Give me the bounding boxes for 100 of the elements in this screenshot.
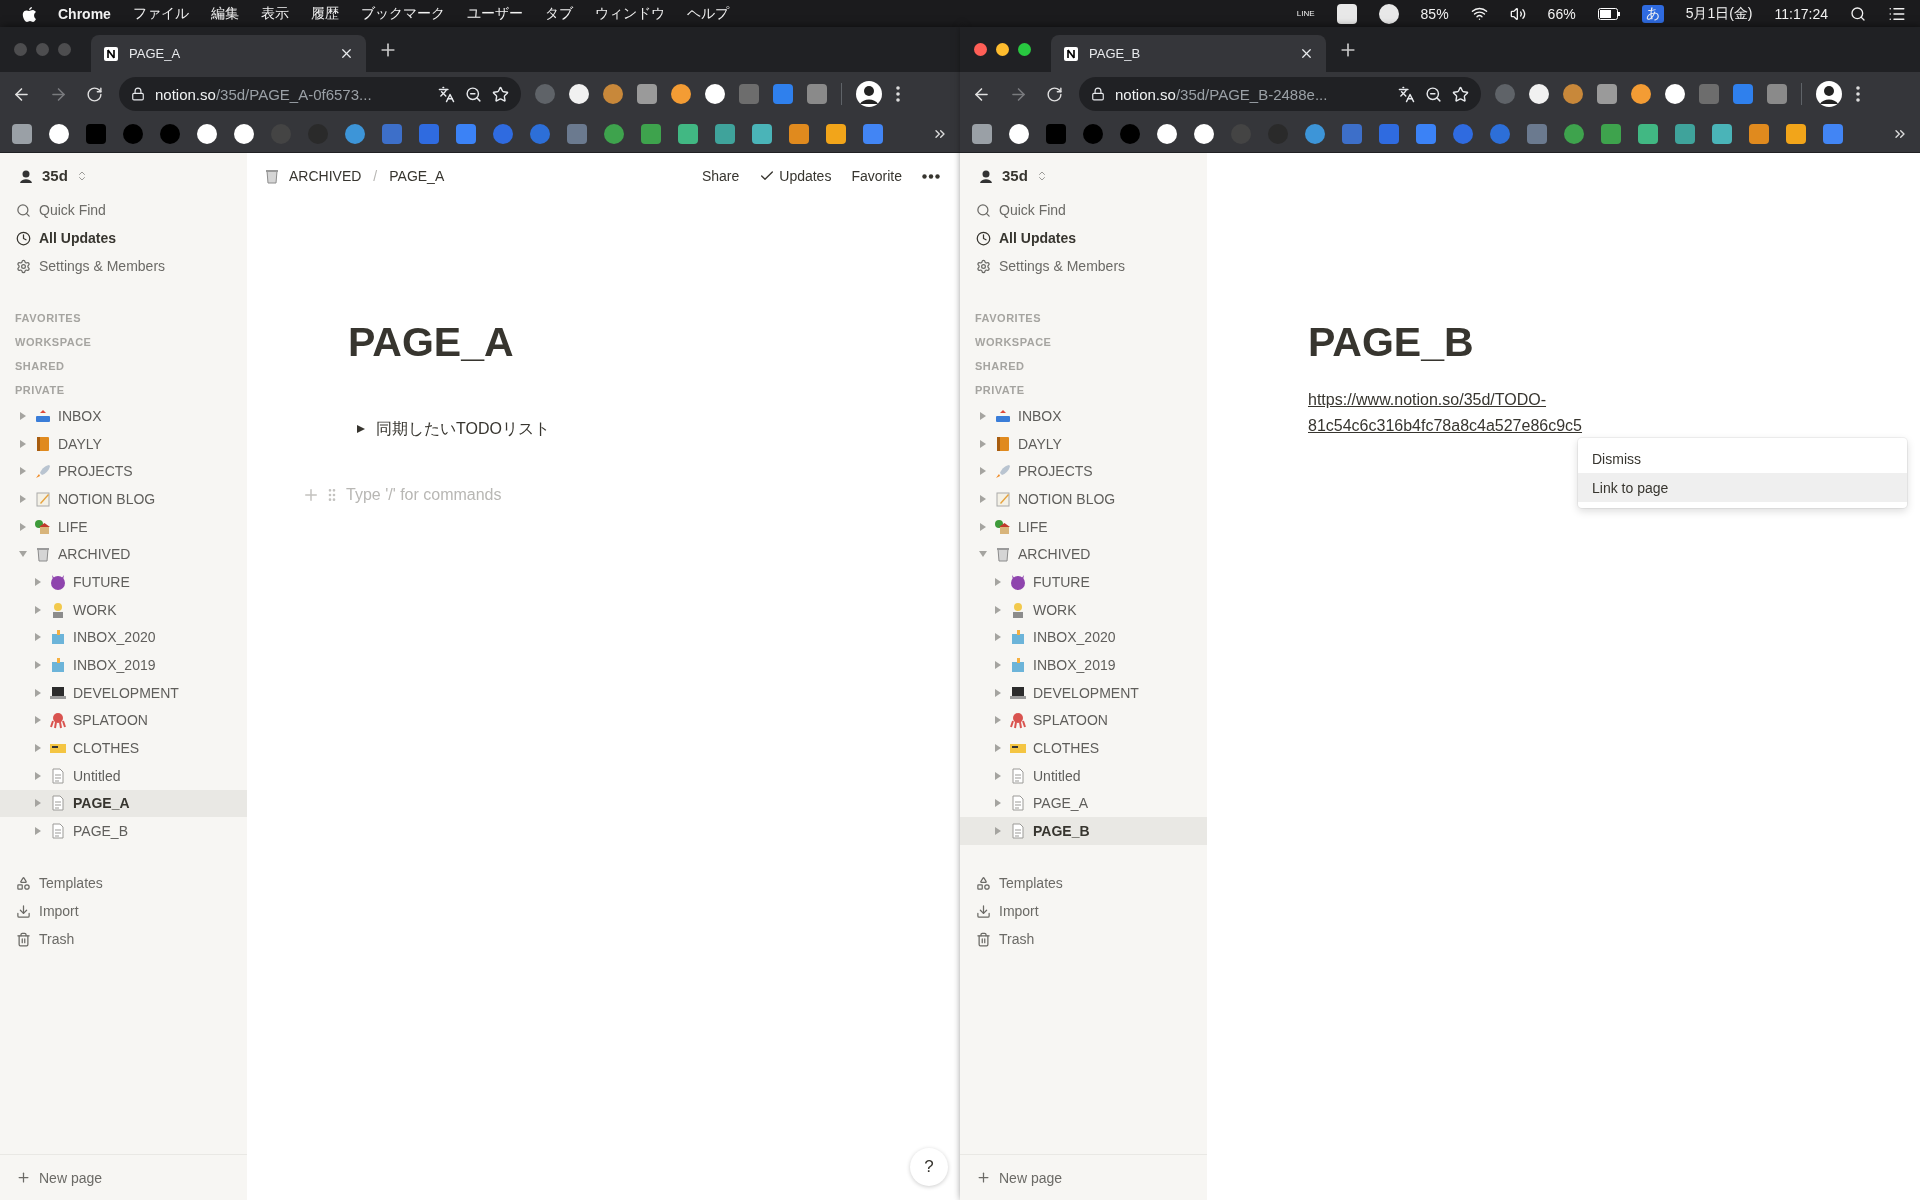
disclosure-arrow-icon[interactable] bbox=[33, 660, 43, 671]
extension-icon[interactable] bbox=[705, 84, 725, 104]
page-tree-item[interactable]: INBOX_2020 bbox=[0, 623, 247, 652]
page-tree-item[interactable]: Untitled bbox=[0, 761, 247, 790]
page-tree-item[interactable]: FUTURE bbox=[0, 568, 247, 596]
bookmark-icon[interactable] bbox=[49, 124, 69, 144]
disclosure-arrow-icon[interactable] bbox=[18, 493, 28, 504]
disclosure-arrow-icon[interactable] bbox=[978, 410, 988, 421]
extension-icon[interactable] bbox=[671, 84, 691, 104]
page-tree-item[interactable]: FUTURE bbox=[960, 568, 1207, 596]
disclosure-arrow-icon[interactable] bbox=[33, 632, 43, 643]
menu-bar-item[interactable]: ユーザー bbox=[466, 4, 523, 23]
page-tree-item[interactable]: LIFE bbox=[960, 512, 1207, 541]
disclosure-arrow-icon[interactable] bbox=[993, 604, 1003, 615]
page-tree-item[interactable]: INBOX_2020 bbox=[960, 623, 1207, 652]
disclosure-arrow-icon[interactable] bbox=[18, 466, 28, 477]
page-tree-item[interactable]: DAYLY bbox=[960, 429, 1207, 458]
workspace-name[interactable]: 35d bbox=[1002, 167, 1028, 184]
breadcrumb-link[interactable]: PAGE_A bbox=[389, 168, 445, 184]
disclosure-arrow-icon[interactable] bbox=[33, 798, 43, 809]
menu-item[interactable]: Link to page bbox=[1578, 473, 1907, 502]
disclosure-arrow-icon[interactable] bbox=[18, 438, 28, 449]
toggle-arrow-icon[interactable] bbox=[356, 424, 366, 435]
bookmark-icon[interactable] bbox=[197, 124, 217, 144]
disclosure-arrow-icon[interactable] bbox=[993, 770, 1003, 781]
disclosure-arrow-icon[interactable] bbox=[993, 798, 1003, 809]
page-tree-item[interactable]: INBOX_2019 bbox=[0, 651, 247, 679]
workspace-name[interactable]: 35d bbox=[42, 167, 68, 184]
page-tree-item[interactable]: INBOX bbox=[0, 402, 247, 430]
sidebar-nav-item[interactable]: Templates bbox=[960, 869, 1207, 897]
page-tree-item[interactable]: PROJECTS bbox=[960, 457, 1207, 486]
menu-bar-date[interactable]: 5月1日(金) bbox=[1685, 4, 1753, 23]
disclosure-arrow-icon[interactable] bbox=[33, 576, 43, 587]
kebab-menu-icon[interactable] bbox=[1856, 86, 1860, 102]
disclosure-arrow-icon[interactable] bbox=[33, 715, 43, 726]
menu-bar-item[interactable]: ブックマーク bbox=[360, 4, 445, 23]
sidebar-nav-item[interactable]: Templates bbox=[0, 869, 247, 897]
page-tree-item[interactable]: WORK bbox=[960, 595, 1207, 624]
sidebar-nav-item[interactable]: Import bbox=[0, 897, 247, 925]
address-bar[interactable]: notion.so/35d/PAGE_B-2488e... bbox=[1079, 77, 1481, 111]
disclosure-arrow-icon[interactable] bbox=[978, 493, 988, 504]
help-button[interactable]: ? bbox=[910, 1148, 948, 1186]
menu-bar-item[interactable]: ファイル bbox=[132, 4, 189, 23]
page-tree-item[interactable]: DEVELOPMENT bbox=[0, 678, 247, 707]
menu-item[interactable]: Dismiss bbox=[1578, 444, 1907, 473]
sidebar-nav-item[interactable]: Trash bbox=[960, 925, 1207, 953]
page-link[interactable]: https://www.notion.so/35d/TODO-81c54c6c316b4fc78a8c4a527e86c9c5 bbox=[1308, 387, 1618, 440]
page-tree-item[interactable]: ARCHIVED bbox=[0, 540, 247, 569]
extension-icon[interactable] bbox=[1665, 84, 1685, 104]
extension-icon[interactable] bbox=[569, 84, 589, 104]
browser-tab[interactable]: PAGE_B bbox=[1051, 35, 1326, 72]
page-tree-item[interactable]: INBOX_2019 bbox=[960, 651, 1207, 679]
page-tree-item[interactable]: INBOX bbox=[960, 402, 1207, 430]
sidebar-nav-item[interactable]: Trash bbox=[0, 925, 247, 953]
sidebar-nav-item[interactable]: Settings & Members bbox=[960, 252, 1207, 280]
page-tree-item[interactable]: Untitled bbox=[960, 761, 1207, 790]
window-controls[interactable] bbox=[974, 43, 1031, 56]
profile-avatar[interactable] bbox=[856, 81, 882, 107]
menu-bar-clock[interactable]: 11:17:24 bbox=[1774, 5, 1828, 22]
page-tree-item[interactable]: PAGE_B bbox=[960, 817, 1207, 845]
disclosure-arrow-icon[interactable] bbox=[993, 826, 1003, 837]
input-method[interactable]: あ bbox=[1641, 4, 1664, 23]
page-tree-item[interactable]: DAYLY bbox=[0, 429, 247, 458]
new-page-button[interactable]: New page bbox=[0, 1154, 247, 1200]
page-tree-item[interactable]: CLOTHES bbox=[960, 734, 1207, 762]
page-tree-item[interactable]: NOTION BLOG bbox=[960, 485, 1207, 513]
disclosure-arrow-icon[interactable] bbox=[993, 576, 1003, 587]
breadcrumb-link[interactable]: ARCHIVED bbox=[289, 168, 362, 184]
new-page-button[interactable]: New page bbox=[960, 1154, 1207, 1200]
page-tree-item[interactable]: DEVELOPMENT bbox=[960, 678, 1207, 707]
extension-icon[interactable] bbox=[1529, 84, 1549, 104]
menu-bar-item[interactable]: 表示 bbox=[260, 4, 289, 23]
block-input[interactable]: Type '/' for commands bbox=[344, 485, 604, 506]
address-bar[interactable]: notion.so/35d/PAGE_A-0f6573... bbox=[119, 77, 521, 111]
sidebar-nav-item[interactable]: All Updates bbox=[960, 224, 1207, 252]
disclosure-arrow-icon[interactable] bbox=[18, 410, 28, 421]
menu-bar-item[interactable]: 履歴 bbox=[310, 4, 339, 23]
battery-reading[interactable]: 66% bbox=[1547, 5, 1576, 22]
disclosure-arrow-icon[interactable] bbox=[33, 687, 43, 698]
sidebar-nav-item[interactable]: Import bbox=[960, 897, 1207, 925]
browser-tab[interactable]: PAGE_A bbox=[91, 35, 366, 72]
bookmark-icon[interactable] bbox=[234, 124, 254, 144]
disclosure-arrow-icon[interactable] bbox=[18, 521, 28, 532]
kebab-menu-icon[interactable] bbox=[896, 86, 900, 102]
page-tree-item[interactable]: PAGE_B bbox=[0, 817, 247, 845]
disclosure-arrow-icon[interactable] bbox=[33, 770, 43, 781]
disclosure-arrow-icon[interactable] bbox=[33, 743, 43, 754]
bookmark-icon[interactable] bbox=[1194, 124, 1214, 144]
bookmark-icon[interactable] bbox=[1157, 124, 1177, 144]
page-tree-item[interactable]: PROJECTS bbox=[0, 457, 247, 486]
sidebar-nav-item[interactable]: Quick Find bbox=[960, 196, 1207, 224]
sidebar-nav-item[interactable]: Quick Find bbox=[0, 196, 247, 224]
disclosure-arrow-icon[interactable] bbox=[978, 438, 988, 449]
topbar-action[interactable]: Updates bbox=[753, 166, 838, 186]
disclosure-arrow-icon[interactable] bbox=[993, 715, 1003, 726]
page-tree-item[interactable]: LIFE bbox=[0, 512, 247, 541]
bookmark-icon[interactable] bbox=[1009, 124, 1029, 144]
profile-avatar[interactable] bbox=[1816, 81, 1842, 107]
status-icon[interactable] bbox=[1336, 3, 1357, 24]
disclosure-arrow-icon[interactable] bbox=[993, 743, 1003, 754]
